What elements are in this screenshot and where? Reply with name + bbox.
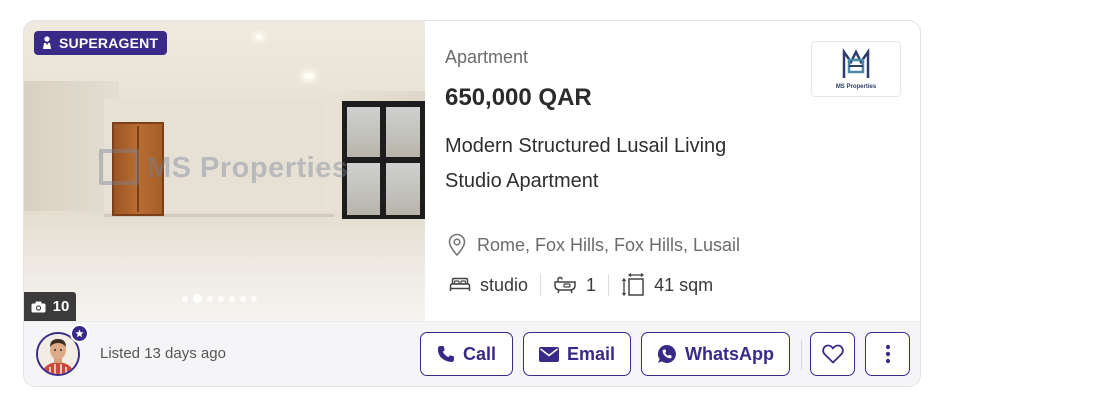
property-title-line1: Modern Structured Lusail Living xyxy=(445,135,727,157)
agency-logo-text: MS Properties xyxy=(835,84,877,90)
whatsapp-icon xyxy=(657,344,676,363)
listed-date: Listed 13 days ago xyxy=(100,345,226,362)
property-type: Apartment xyxy=(445,47,529,67)
property-price: 650,000 QAR xyxy=(445,84,592,111)
email-label: Email xyxy=(566,343,616,364)
envelope-icon xyxy=(538,346,559,362)
property-title-line2: Studio Apartment xyxy=(445,170,599,192)
agency-logo-icon xyxy=(842,48,870,78)
bathrooms-fact: 1 xyxy=(553,275,596,296)
location-pin-icon xyxy=(448,233,466,257)
bedrooms-fact: studio xyxy=(449,275,528,296)
footer-divider xyxy=(801,340,802,370)
superagent-label: SUPERAGENT xyxy=(59,35,159,51)
area-fact: 41 sqm xyxy=(621,273,713,297)
property-location: Rome, Fox Hills, Fox Hills, Lusail xyxy=(447,233,740,257)
ceiling-light xyxy=(304,73,314,79)
heart-icon xyxy=(821,344,844,364)
facts-divider xyxy=(608,274,610,296)
property-facts: studio 1 41 sqm xyxy=(449,273,713,297)
call-button[interactable]: Call xyxy=(420,332,513,376)
watermark-logo-icon xyxy=(99,149,139,185)
slide-dot[interactable] xyxy=(229,295,235,302)
superagent-star-icon xyxy=(70,324,89,343)
camera-icon xyxy=(31,301,46,312)
phone-icon xyxy=(437,346,454,362)
more-options-button[interactable] xyxy=(865,332,910,376)
bedrooms-value: studio xyxy=(480,274,529,295)
bathtub-icon xyxy=(554,276,576,294)
property-photo[interactable]: MS Properties SUPERAGENT 10 xyxy=(24,21,425,321)
card-footer: Listed 13 days ago Call Email WhatsApp xyxy=(24,321,920,386)
slide-dot[interactable] xyxy=(251,295,257,302)
photo-count[interactable]: 10 xyxy=(24,292,76,321)
location-text: Rome, Fox Hills, Fox Hills, Lusail xyxy=(477,234,741,255)
more-vertical-icon xyxy=(885,344,890,364)
slide-dot[interactable] xyxy=(218,295,224,302)
area-value: 41 sqm xyxy=(654,274,714,295)
agent-icon xyxy=(43,36,51,49)
property-title[interactable]: Modern Structured Lusail Living Studio A… xyxy=(445,129,775,199)
slide-dot[interactable] xyxy=(207,295,213,302)
slide-dot[interactable] xyxy=(182,295,188,302)
area-icon xyxy=(622,273,645,297)
favorite-button[interactable] xyxy=(810,332,855,376)
photo-count-value: 10 xyxy=(52,298,70,315)
whatsapp-button[interactable]: WhatsApp xyxy=(641,332,790,376)
facts-divider xyxy=(540,274,542,296)
whatsapp-label: WhatsApp xyxy=(685,343,774,364)
slide-indicators[interactable] xyxy=(182,294,257,303)
superagent-badge: SUPERAGENT xyxy=(34,31,168,55)
property-card[interactable]: MS Properties SUPERAGENT 10 Apartment 65… xyxy=(23,20,921,387)
photo-window xyxy=(342,101,425,219)
listing-details[interactable]: Apartment 650,000 QAR Modern Structured … xyxy=(425,21,920,321)
bathrooms-value: 1 xyxy=(586,274,597,295)
call-label: Call xyxy=(462,343,496,364)
bed-icon xyxy=(449,277,471,291)
ceiling-light xyxy=(256,35,262,39)
slide-dot-active[interactable] xyxy=(193,294,202,303)
photo-watermark: MS Properties xyxy=(99,149,349,185)
email-button[interactable]: Email xyxy=(523,332,631,376)
photo-floor xyxy=(24,211,425,321)
agency-logo[interactable]: MS Properties xyxy=(811,41,901,97)
slide-dot[interactable] xyxy=(240,295,246,302)
